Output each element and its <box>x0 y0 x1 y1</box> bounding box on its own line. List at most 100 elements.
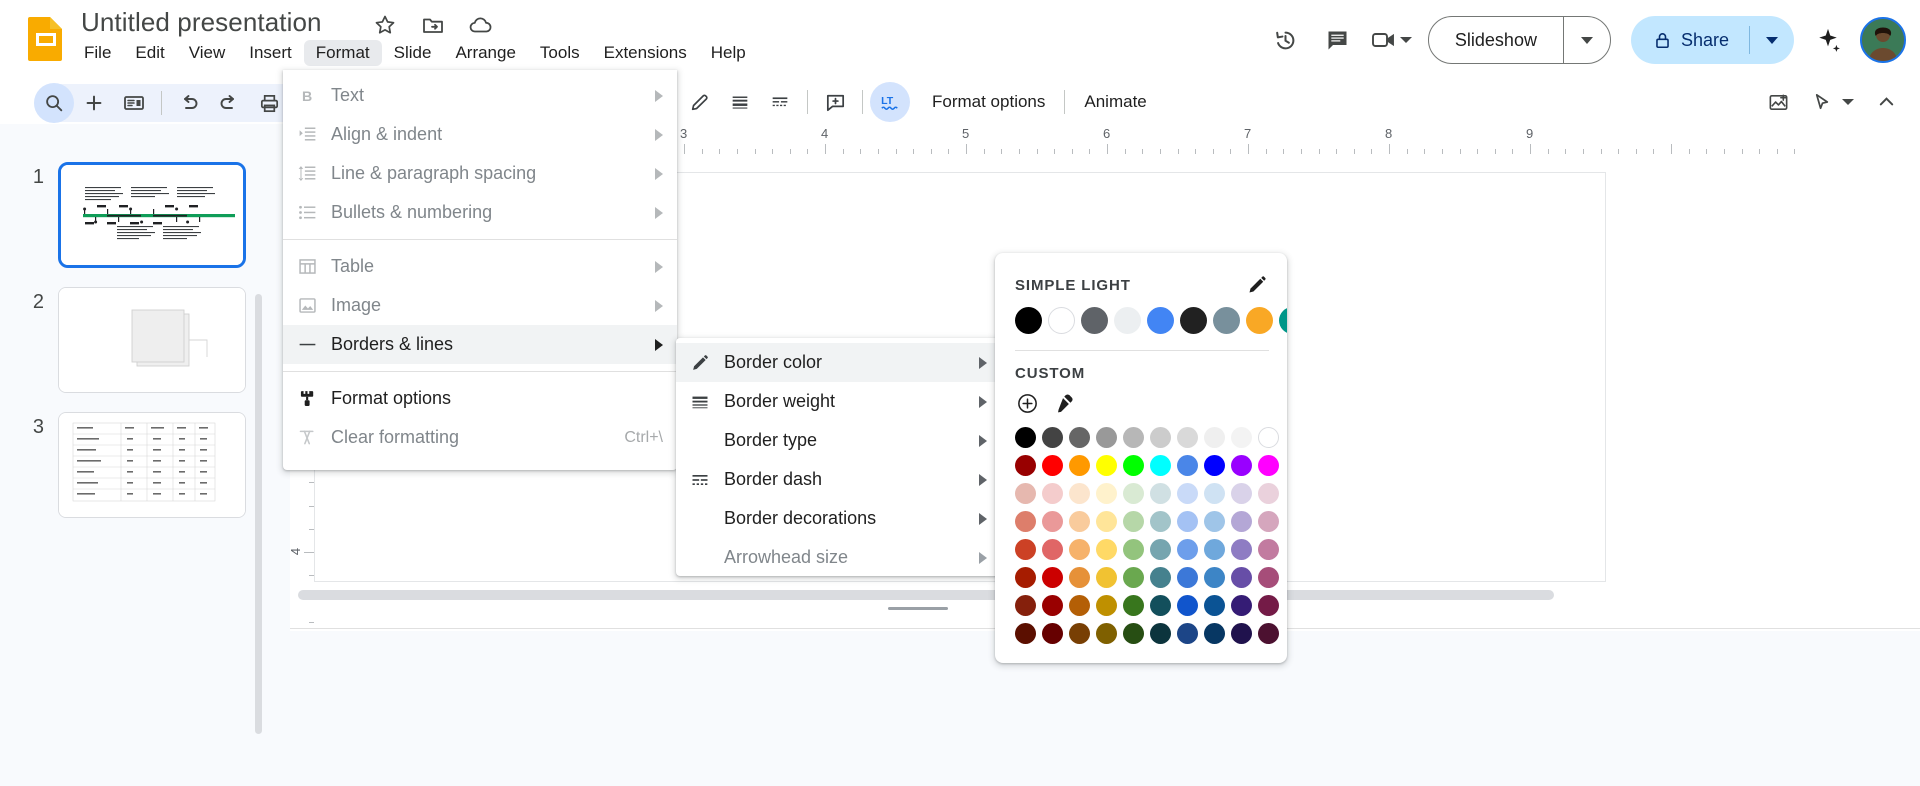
color-swatch-7-4[interactable] <box>1123 623 1144 644</box>
color-swatch-6-2[interactable] <box>1069 595 1090 616</box>
color-swatch-0-8[interactable] <box>1231 427 1252 448</box>
color-swatch-6-6[interactable] <box>1177 595 1198 616</box>
color-swatch-0-3[interactable] <box>1096 427 1117 448</box>
move-to-folder-icon[interactable] <box>420 12 446 38</box>
color-swatch-2-5[interactable] <box>1150 483 1171 504</box>
menu-slide[interactable]: Slide <box>382 40 444 66</box>
color-swatch-3-3[interactable] <box>1096 511 1117 532</box>
search-icon[interactable] <box>34 83 74 123</box>
user-avatar[interactable] <box>1860 17 1906 63</box>
animate-button[interactable]: Animate <box>1072 86 1158 118</box>
slideshow-dropdown-caret-icon[interactable] <box>1564 17 1610 63</box>
theme-swatch-6[interactable] <box>1213 307 1240 334</box>
menu-edit[interactable]: Edit <box>123 40 176 66</box>
menu-item-image[interactable]: Image <box>283 286 677 325</box>
color-swatch-7-5[interactable] <box>1150 623 1171 644</box>
color-swatch-2-1[interactable] <box>1042 483 1063 504</box>
color-swatch-5-0[interactable] <box>1015 567 1036 588</box>
menu-item-table[interactable]: Table <box>283 247 677 286</box>
color-swatch-5-2[interactable] <box>1069 567 1090 588</box>
add-icon[interactable] <box>74 83 114 123</box>
color-swatch-0-9[interactable] <box>1258 427 1279 448</box>
color-swatch-6-1[interactable] <box>1042 595 1063 616</box>
color-swatch-7-6[interactable] <box>1177 623 1198 644</box>
color-swatch-1-5[interactable] <box>1150 455 1171 476</box>
color-swatch-5-3[interactable] <box>1096 567 1117 588</box>
theme-swatch-4[interactable] <box>1147 307 1174 334</box>
add-comment-icon[interactable] <box>815 82 855 122</box>
color-swatch-4-5[interactable] <box>1150 539 1171 560</box>
theme-swatch-7[interactable] <box>1246 307 1273 334</box>
color-swatch-2-7[interactable] <box>1204 483 1225 504</box>
color-swatch-6-3[interactable] <box>1096 595 1117 616</box>
theme-swatch-1[interactable] <box>1048 307 1075 334</box>
color-swatch-7-3[interactable] <box>1096 623 1117 644</box>
color-swatch-5-7[interactable] <box>1204 567 1225 588</box>
border-color-pencil-icon[interactable] <box>680 82 720 122</box>
slideshow-button[interactable]: Slideshow <box>1427 16 1611 64</box>
color-swatch-7-7[interactable] <box>1204 623 1225 644</box>
color-swatch-0-2[interactable] <box>1069 427 1090 448</box>
color-swatch-2-2[interactable] <box>1069 483 1090 504</box>
submenu-item-border-decorations[interactable]: Border decorations <box>676 499 1001 538</box>
color-swatch-7-2[interactable] <box>1069 623 1090 644</box>
theme-swatch-3[interactable] <box>1114 307 1141 334</box>
color-swatch-3-0[interactable] <box>1015 511 1036 532</box>
color-swatch-1-2[interactable] <box>1069 455 1090 476</box>
color-swatch-0-1[interactable] <box>1042 427 1063 448</box>
color-swatch-4-6[interactable] <box>1177 539 1198 560</box>
color-swatch-7-0[interactable] <box>1015 623 1036 644</box>
pencil-edit-icon[interactable] <box>1245 273 1269 297</box>
color-swatch-2-4[interactable] <box>1123 483 1144 504</box>
color-swatch-0-7[interactable] <box>1204 427 1225 448</box>
version-history-icon[interactable] <box>1260 14 1312 66</box>
color-swatch-1-1[interactable] <box>1042 455 1063 476</box>
filmstrip-slide-3[interactable]: 3 <box>10 412 246 518</box>
color-swatch-5-4[interactable] <box>1123 567 1144 588</box>
color-swatch-6-9[interactable] <box>1258 595 1279 616</box>
menu-insert[interactable]: Insert <box>237 40 304 66</box>
menu-item-align-indent[interactable]: Align & indent <box>283 115 677 154</box>
color-swatch-4-4[interactable] <box>1123 539 1144 560</box>
menu-help[interactable]: Help <box>699 40 758 66</box>
menu-tools[interactable]: Tools <box>528 40 592 66</box>
color-swatch-5-1[interactable] <box>1042 567 1063 588</box>
color-swatch-4-7[interactable] <box>1204 539 1225 560</box>
color-swatch-6-8[interactable] <box>1231 595 1252 616</box>
canvas-scroll-thumb[interactable] <box>298 590 1554 600</box>
filmstrip-scrollbar[interactable] <box>255 294 262 734</box>
theme-swatch-0[interactable] <box>1015 307 1042 334</box>
color-swatch-1-7[interactable] <box>1204 455 1225 476</box>
color-swatch-5-6[interactable] <box>1177 567 1198 588</box>
share-dropdown-caret-icon[interactable] <box>1750 16 1794 64</box>
color-swatch-6-4[interactable] <box>1123 595 1144 616</box>
color-swatch-5-8[interactable] <box>1231 567 1252 588</box>
menu-item-bullets-numbering[interactable]: Bullets & numbering <box>283 193 677 232</box>
color-swatch-5-9[interactable] <box>1258 567 1279 588</box>
submenu-item-border-dash[interactable]: Border dash <box>676 460 1001 499</box>
color-swatch-0-6[interactable] <box>1177 427 1198 448</box>
slide-thumbnail-3[interactable] <box>58 412 246 518</box>
layout-icon[interactable] <box>114 83 154 123</box>
menu-arrange[interactable]: Arrange <box>443 40 527 66</box>
color-swatch-1-8[interactable] <box>1231 455 1252 476</box>
filmstrip-slide-1[interactable]: 1 <box>10 162 246 268</box>
menu-view[interactable]: View <box>177 40 238 66</box>
color-swatch-0-4[interactable] <box>1123 427 1144 448</box>
menu-item-format-options[interactable]: Format options <box>283 379 677 418</box>
color-swatch-2-6[interactable] <box>1177 483 1198 504</box>
add-custom-color-icon[interactable] <box>1015 391 1039 415</box>
color-swatch-0-5[interactable] <box>1150 427 1171 448</box>
meet-dropdown-caret-icon[interactable] <box>1399 37 1412 43</box>
color-swatch-7-8[interactable] <box>1231 623 1252 644</box>
theme-swatch-2[interactable] <box>1081 307 1108 334</box>
color-swatch-1-4[interactable] <box>1123 455 1144 476</box>
color-swatch-3-9[interactable] <box>1258 511 1279 532</box>
menu-item-text[interactable]: B Text <box>283 76 677 115</box>
color-swatch-7-9[interactable] <box>1258 623 1279 644</box>
format-options-button[interactable]: Format options <box>920 86 1057 118</box>
color-swatch-3-2[interactable] <box>1069 511 1090 532</box>
menu-item-clear-formatting[interactable]: Clear formatting Ctrl+\ <box>283 418 677 457</box>
color-swatch-0-0[interactable] <box>1015 427 1036 448</box>
color-swatch-2-8[interactable] <box>1231 483 1252 504</box>
